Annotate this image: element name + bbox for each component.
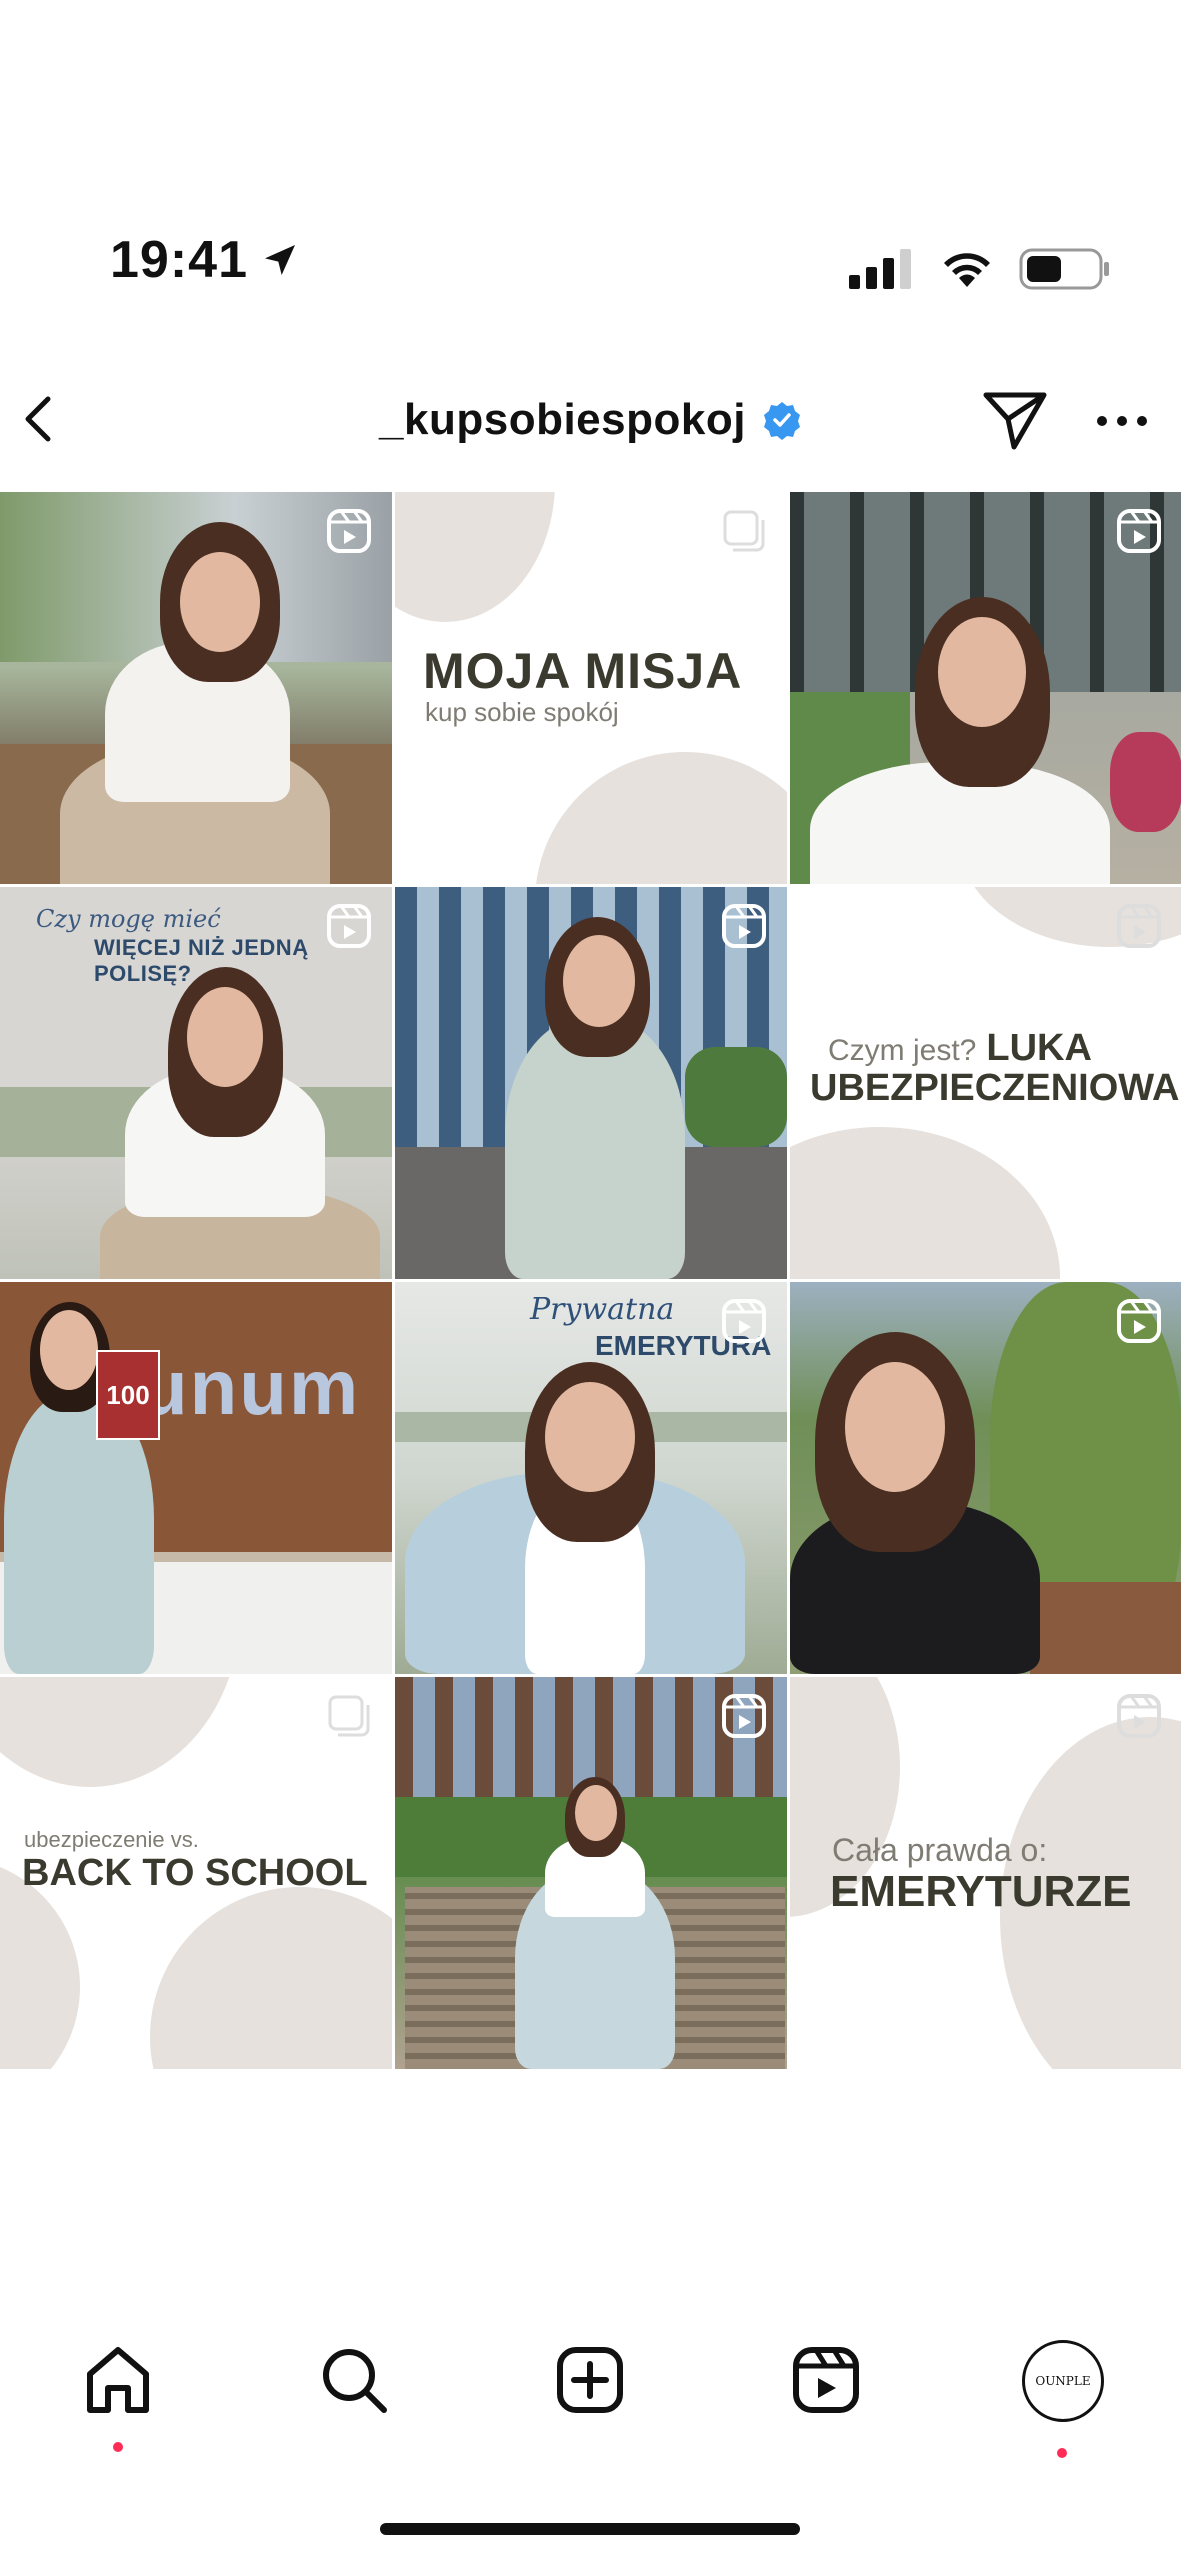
send-message-icon[interactable] [980, 389, 1050, 453]
avatar-text: OUNPLE [1035, 2374, 1091, 2388]
post-tile[interactable]: Prywatna EMERYTURA [395, 1282, 787, 1674]
reels-icon[interactable] [786, 2340, 866, 2420]
reel-icon [722, 1299, 766, 1343]
reel-icon [1117, 1694, 1161, 1738]
post-small-text: Cała prawda o: [832, 1832, 1048, 1868]
post-tile[interactable]: Cała prawda o: EMERYTURZE [790, 1677, 1181, 2069]
post-script-text: Czy mogę mieć [36, 905, 221, 933]
post-tile[interactable] [395, 887, 787, 1279]
post-tile[interactable] [790, 492, 1181, 884]
profile-header: _kupsobiespokoj [0, 385, 1181, 465]
post-title: EMERYTURZE [830, 1867, 1132, 1916]
more-options-icon[interactable] [1092, 409, 1152, 433]
post-small-text: Czym jest? [828, 1034, 977, 1067]
post-tile[interactable]: MOJA MISJA kup sobie spokój [395, 492, 787, 884]
magazine-cover: 100 [96, 1350, 160, 1440]
status-bar: 19:41 [0, 230, 1181, 320]
battery-icon [1019, 248, 1109, 290]
create-post-icon[interactable] [550, 2340, 630, 2420]
home-indicator [380, 2523, 800, 2535]
posts-grid: MOJA MISJA kup sobie spokój Czy mogę mie… [0, 492, 1181, 2069]
post-script-text: Prywatna [530, 1292, 675, 1327]
cellular-signal-icon [849, 249, 911, 289]
post-title: UBEZPIECZENIOWA [810, 1067, 1180, 1109]
location-arrow-icon [265, 245, 295, 275]
post-tile[interactable] [0, 492, 392, 884]
home-icon[interactable] [78, 2340, 158, 2420]
profile-avatar[interactable]: OUNPLE [1022, 2340, 1104, 2422]
post-tile[interactable] [395, 1677, 787, 2069]
profile-notification-dot [1057, 2448, 1067, 2458]
reel-icon [327, 509, 371, 553]
post-tile[interactable]: Czy mogę mieć WIĘCEJ NIŻ JEDNĄ POLISĘ? [0, 887, 392, 1279]
post-title: MOJA MISJA [423, 643, 743, 699]
post-title: LUKA [986, 1027, 1092, 1069]
post-tile[interactable]: ubezpieczenie vs. BACK TO SCHOOL [0, 1677, 392, 2069]
post-title: BACK TO SCHOOL [22, 1852, 368, 1894]
post-tile[interactable]: Czym jest? LUKA UBEZPIECZENIOWA [790, 887, 1181, 1279]
reel-icon [722, 904, 766, 948]
carousel-icon [328, 1695, 370, 1737]
reel-icon [722, 1694, 766, 1738]
status-time: 19:41 [110, 231, 248, 289]
post-tile[interactable] [790, 1282, 1181, 1674]
unum-sign: unum [140, 1343, 361, 1431]
post-subtitle: kup sobie spokój [425, 697, 619, 727]
post-small-text: ubezpieczenie vs. [24, 1827, 199, 1852]
bottom-tab-bar: OUNPLE [0, 2330, 1181, 2470]
carousel-icon [723, 510, 765, 552]
reel-icon [1117, 1299, 1161, 1343]
reel-icon [1117, 904, 1161, 948]
reel-icon [1117, 509, 1161, 553]
verified-badge-icon [763, 402, 800, 440]
post-tile[interactable]: unum 100 [0, 1282, 392, 1674]
profile-username: _kupsobiespokoj [379, 395, 746, 444]
reel-icon [327, 904, 371, 948]
home-notification-dot [113, 2442, 123, 2452]
search-icon[interactable] [314, 2340, 394, 2420]
wifi-icon [944, 253, 990, 287]
